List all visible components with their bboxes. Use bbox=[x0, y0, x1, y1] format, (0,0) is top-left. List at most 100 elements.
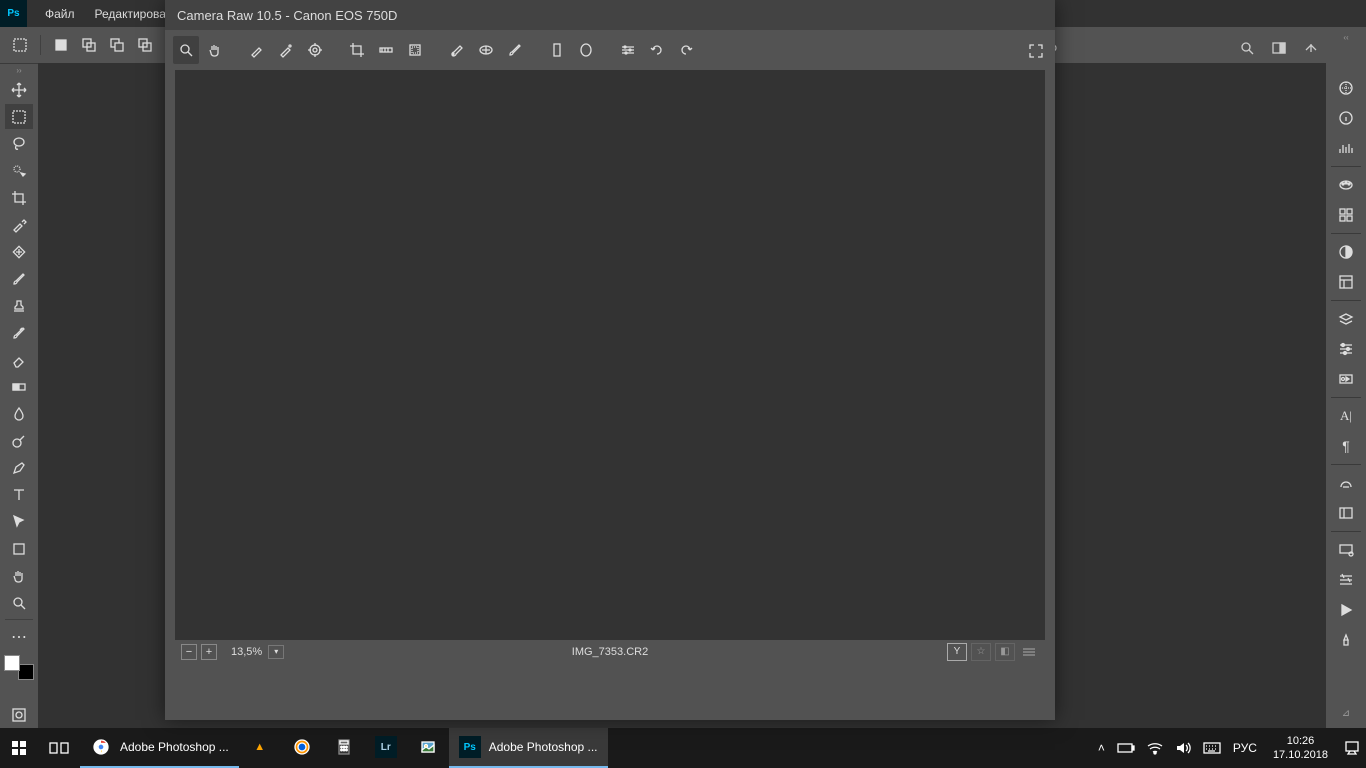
intersect-selection-icon[interactable] bbox=[133, 33, 157, 57]
transform-tool-icon[interactable] bbox=[402, 36, 428, 64]
label-icon[interactable]: ◧ bbox=[995, 643, 1015, 661]
swatches-panel-icon[interactable] bbox=[1331, 171, 1361, 199]
separator bbox=[1331, 464, 1361, 465]
notifications-icon[interactable] bbox=[1338, 728, 1366, 768]
crop-tool[interactable] bbox=[5, 185, 33, 210]
actions-panel-icon[interactable] bbox=[1331, 596, 1361, 624]
history-brush-tool[interactable] bbox=[5, 320, 33, 345]
background-swatch[interactable] bbox=[18, 664, 34, 680]
paths-panel-icon[interactable] bbox=[1331, 365, 1361, 393]
hand-tool[interactable] bbox=[5, 563, 33, 588]
styles-panel-icon[interactable] bbox=[1331, 201, 1361, 229]
battery-icon[interactable] bbox=[1111, 728, 1141, 768]
target-adjust-tool-icon[interactable] bbox=[302, 36, 328, 64]
eraser-tool[interactable] bbox=[5, 347, 33, 372]
taskbar-app-amd[interactable]: ▲ bbox=[239, 728, 281, 768]
3d-panel-icon[interactable] bbox=[1331, 469, 1361, 497]
properties-panel-icon[interactable] bbox=[1331, 499, 1361, 527]
foreground-swatch[interactable] bbox=[4, 655, 20, 671]
before-after-icon[interactable]: Y bbox=[947, 643, 967, 661]
rotate-ccw-icon[interactable] bbox=[644, 36, 670, 64]
rotate-cw-icon[interactable] bbox=[673, 36, 699, 64]
pen-tool[interactable] bbox=[5, 455, 33, 480]
channels-panel-icon[interactable] bbox=[1331, 335, 1361, 363]
fullscreen-toggle-icon[interactable] bbox=[1025, 40, 1047, 62]
healing-tool[interactable] bbox=[5, 239, 33, 264]
shape-tool[interactable] bbox=[5, 536, 33, 561]
blur-tool[interactable] bbox=[5, 401, 33, 426]
path-select-tool[interactable] bbox=[5, 509, 33, 534]
panel-grip-icon[interactable]: ›› bbox=[0, 64, 38, 76]
white-balance-tool-icon[interactable] bbox=[244, 36, 270, 64]
task-view-button[interactable] bbox=[38, 728, 80, 768]
brushes-panel-icon[interactable] bbox=[1331, 626, 1361, 654]
adjustments-panel-icon[interactable] bbox=[1331, 238, 1361, 266]
color-swatches[interactable] bbox=[4, 655, 34, 680]
hand-tool-icon[interactable] bbox=[202, 36, 228, 64]
eyedropper-tool[interactable] bbox=[5, 212, 33, 237]
type-tool[interactable] bbox=[5, 482, 33, 507]
settings-icon[interactable] bbox=[1019, 643, 1039, 661]
preferences-icon[interactable] bbox=[615, 36, 641, 64]
color-panel-icon[interactable] bbox=[1331, 74, 1361, 102]
search-icon[interactable] bbox=[1234, 35, 1260, 61]
marquee-tool[interactable] bbox=[5, 104, 33, 129]
dodge-tool[interactable] bbox=[5, 428, 33, 453]
info-panel-icon[interactable] bbox=[1331, 104, 1361, 132]
histogram-panel-icon[interactable] bbox=[1331, 134, 1361, 162]
windows-taskbar: Adobe Photoshop ... ▲ Lr Ps Adobe Photos… bbox=[0, 728, 1366, 768]
brush-settings-panel-icon[interactable] bbox=[1331, 566, 1361, 594]
clock[interactable]: 10:26 17.10.2018 bbox=[1263, 734, 1338, 763]
taskbar-app-pictures[interactable] bbox=[407, 728, 449, 768]
camera-raw-statusbar: − + 13,5% ▾ IMG_7353.CR2 Y ☆ ◧ bbox=[175, 640, 1045, 663]
character-panel-icon[interactable]: A| bbox=[1331, 402, 1361, 430]
straighten-tool-icon[interactable] bbox=[373, 36, 399, 64]
libraries-panel-icon[interactable] bbox=[1331, 268, 1361, 296]
zoom-dropdown[interactable]: ▾ bbox=[268, 645, 284, 659]
graduated-filter-tool-icon[interactable] bbox=[544, 36, 570, 64]
subtract-selection-icon[interactable] bbox=[105, 33, 129, 57]
quick-select-tool[interactable] bbox=[5, 158, 33, 183]
zoom-out-button[interactable]: − bbox=[181, 644, 197, 660]
spot-removal-tool-icon[interactable] bbox=[444, 36, 470, 64]
keyboard-icon[interactable] bbox=[1197, 728, 1227, 768]
taskbar-app-chrome[interactable]: Adobe Photoshop ... bbox=[80, 728, 239, 768]
lasso-tool[interactable] bbox=[5, 131, 33, 156]
panel-expand-icon[interactable]: ⊿ bbox=[1331, 699, 1361, 727]
language-indicator[interactable]: РУС bbox=[1227, 728, 1263, 768]
share-icon[interactable] bbox=[1298, 35, 1324, 61]
rating-icon[interactable]: ☆ bbox=[971, 643, 991, 661]
volume-icon[interactable] bbox=[1169, 728, 1197, 768]
quickmask-tool[interactable] bbox=[5, 702, 33, 727]
taskbar-app-photoshop[interactable]: Ps Adobe Photoshop ... bbox=[449, 728, 608, 768]
redeye-tool-icon[interactable] bbox=[473, 36, 499, 64]
gradient-tool[interactable] bbox=[5, 374, 33, 399]
layers-panel-icon[interactable] bbox=[1331, 305, 1361, 333]
camera-raw-preview[interactable] bbox=[175, 70, 1045, 640]
taskbar-app-firefox[interactable] bbox=[281, 728, 323, 768]
zoom-tool[interactable] bbox=[5, 590, 33, 615]
navigator-panel-icon[interactable] bbox=[1331, 536, 1361, 564]
stamp-tool[interactable] bbox=[5, 293, 33, 318]
adjustment-brush-tool-icon[interactable] bbox=[502, 36, 528, 64]
color-sampler-tool-icon[interactable] bbox=[273, 36, 299, 64]
panel-grip-icon[interactable]: ‹‹ bbox=[1327, 31, 1365, 43]
zoom-in-button[interactable]: + bbox=[201, 644, 217, 660]
edit-toolbar-icon[interactable]: ⋯ bbox=[5, 624, 33, 649]
zoom-tool-icon[interactable] bbox=[173, 36, 199, 64]
move-tool[interactable] bbox=[5, 77, 33, 102]
workspace-icon[interactable] bbox=[1266, 35, 1292, 61]
menu-file[interactable]: Файл bbox=[35, 7, 85, 21]
tray-overflow-icon[interactable]: ˄ bbox=[1092, 728, 1111, 768]
radial-filter-tool-icon[interactable] bbox=[573, 36, 599, 64]
new-selection-icon[interactable] bbox=[49, 33, 73, 57]
tool-preset-icon[interactable] bbox=[8, 33, 32, 57]
start-button[interactable] bbox=[0, 728, 38, 768]
taskbar-app-lightroom[interactable]: Lr bbox=[365, 728, 407, 768]
wifi-icon[interactable] bbox=[1141, 728, 1169, 768]
add-selection-icon[interactable] bbox=[77, 33, 101, 57]
brush-tool[interactable] bbox=[5, 266, 33, 291]
taskbar-app-calculator[interactable] bbox=[323, 728, 365, 768]
crop-tool-icon[interactable] bbox=[344, 36, 370, 64]
paragraph-panel-icon[interactable]: ¶ bbox=[1331, 432, 1361, 460]
